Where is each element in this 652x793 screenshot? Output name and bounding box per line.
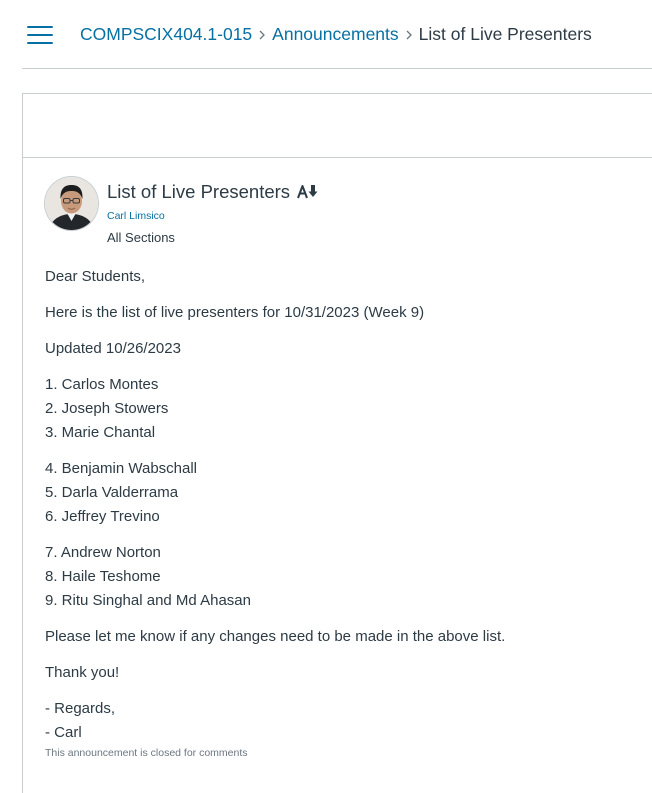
author-avatar[interactable]: [45, 177, 98, 230]
author-name-link[interactable]: Carl Limsico: [107, 210, 165, 222]
presenter-item: 4. Benjamin Wabschall: [45, 460, 198, 477]
breadcrumb-current-page: List of Live Presenters: [418, 23, 592, 44]
presenter-item: 5. Darla Valderrama: [45, 484, 179, 501]
announcement-title-row: List of Live Presenters: [107, 181, 321, 203]
chevron-right-icon: [399, 24, 419, 45]
presenter-item: 6. Jeffrey Trevino: [45, 508, 160, 525]
presenter-item: 3. Marie Chantal: [45, 424, 156, 441]
header-divider: [22, 68, 652, 69]
greeting-text: Dear Students,: [45, 268, 146, 285]
sort-icon[interactable]: [297, 183, 321, 201]
request-text: Please let me know if any changes need t…: [45, 628, 506, 645]
top-navigation: COMPSCIX404.1-015 Announcements List of …: [0, 0, 652, 68]
presenter-item: 9. Ritu Singhal and Md Ahasan: [45, 592, 251, 609]
breadcrumb-announcements-link[interactable]: Announcements: [272, 24, 398, 45]
chevron-right-icon: [252, 24, 272, 45]
sections-label: All Sections: [107, 230, 175, 245]
breadcrumb-course-link[interactable]: COMPSCIX404.1-015: [80, 24, 252, 45]
regards-text: - Regards,: [45, 700, 116, 717]
presenter-item: 7. Andrew Norton: [45, 544, 161, 561]
hamburger-menu-icon[interactable]: [22, 22, 58, 48]
intro-text: Here is the list of live presenters for …: [45, 304, 425, 321]
announcement-title: List of Live Presenters: [107, 181, 291, 202]
presenter-item: 1. Carlos Montes: [45, 376, 159, 393]
updated-text: Updated 10/26/2023: [45, 340, 181, 357]
presenter-item: 8. Haile Teshome: [45, 568, 161, 585]
signature-text: - Carl: [45, 724, 82, 741]
announcement-toolbar: [23, 94, 652, 158]
thanks-text: Thank you!: [45, 664, 120, 681]
presenter-item: 2. Joseph Stowers: [45, 400, 169, 417]
comments-closed-note: This announcement is closed for comments: [45, 747, 248, 759]
breadcrumb: COMPSCIX404.1-015 Announcements List of …: [80, 20, 592, 48]
